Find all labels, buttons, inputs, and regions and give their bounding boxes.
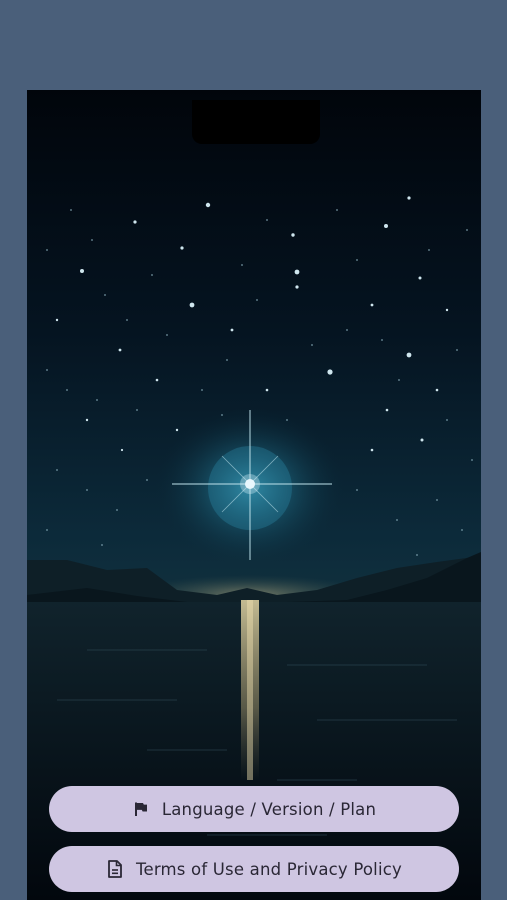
terms-privacy-button[interactable]: Terms of Use and Privacy Policy [49, 846, 459, 892]
document-icon [106, 860, 124, 878]
language-version-plan-label: Language / Version / Plan [161, 799, 377, 819]
app-screen: Language / Version / Plan Terms of Use a… [27, 90, 481, 900]
terms-privacy-label: Terms of Use and Privacy Policy [136, 859, 402, 879]
flag-icon [132, 800, 150, 818]
language-version-plan-button[interactable]: Language / Version / Plan [49, 786, 459, 832]
starry-night-background [27, 90, 481, 900]
camera-notch [192, 100, 320, 144]
